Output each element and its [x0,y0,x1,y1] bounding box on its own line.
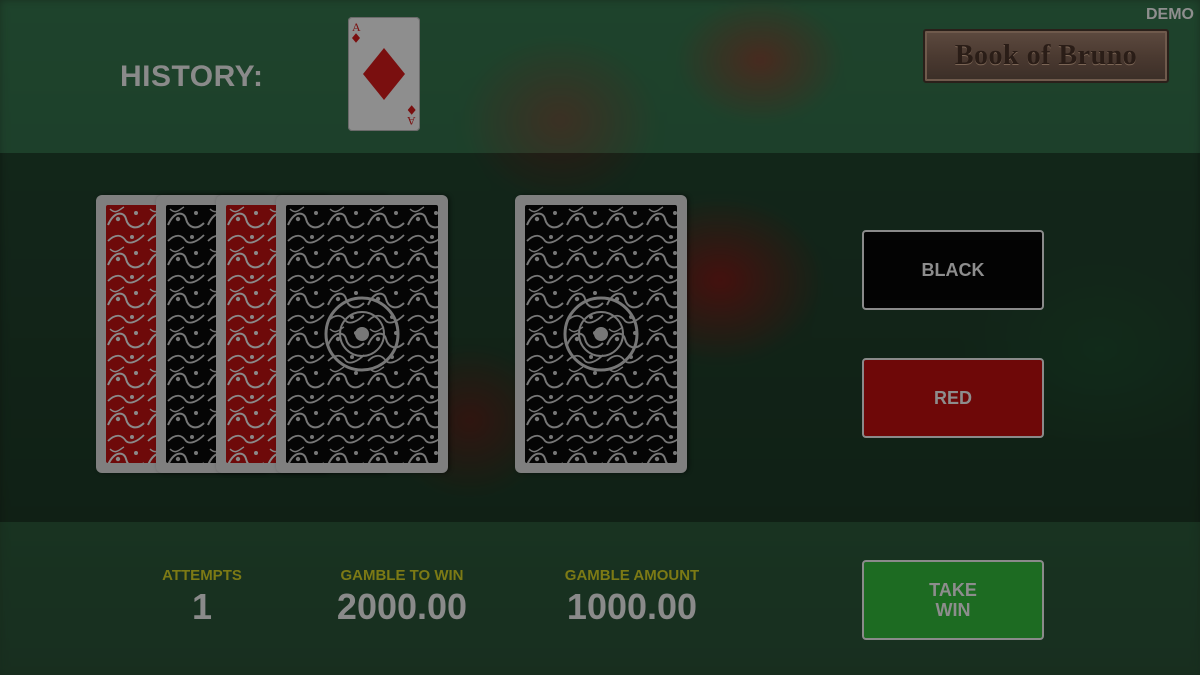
red-button[interactable]: RED [862,358,1044,438]
demo-label: DEMO [1146,6,1194,23]
history-card-rank-bottom: A [407,114,416,128]
card-back-pattern [525,205,677,463]
black-button[interactable]: BLACK [862,230,1044,310]
gamble-to-win-label: GAMBLE TO WIN [340,567,464,584]
gamble-amount-stat: GAMBLE AMOUNT 1000.00 [542,567,722,628]
gamble-amount-value: 1000.00 [566,586,698,627]
game-logo: Book of Bruno [923,29,1169,83]
active-card [515,195,687,473]
history-card-corner-top: A [352,20,361,45]
take-win-button[interactable]: TAKE WIN [862,560,1044,640]
card-back-black-pattern [286,205,438,463]
diamond-icon [352,33,361,43]
attempts-stat: ATTEMPTS 1 [142,567,262,628]
history-label: HISTORY: [120,60,264,93]
gamble-amount-label: GAMBLE AMOUNT [564,567,700,584]
gamble-to-win-value: 2000.00 [336,586,468,627]
card-back-pattern [286,205,438,463]
history-card-corner-bottom: A [407,103,416,128]
diamond-icon [407,105,416,115]
attempts-value: 1 [191,586,213,627]
card-back-black-pattern [525,205,677,463]
deck-card-back [276,195,448,473]
history-card-rank: A [352,20,361,34]
attempts-label: ATTEMPTS [162,567,242,584]
history-card: A A [348,17,420,131]
game-logo-text: Book of Bruno [954,40,1138,71]
diamond-icon [363,48,405,100]
gamble-to-win-stat: GAMBLE TO WIN 2000.00 [312,567,492,628]
